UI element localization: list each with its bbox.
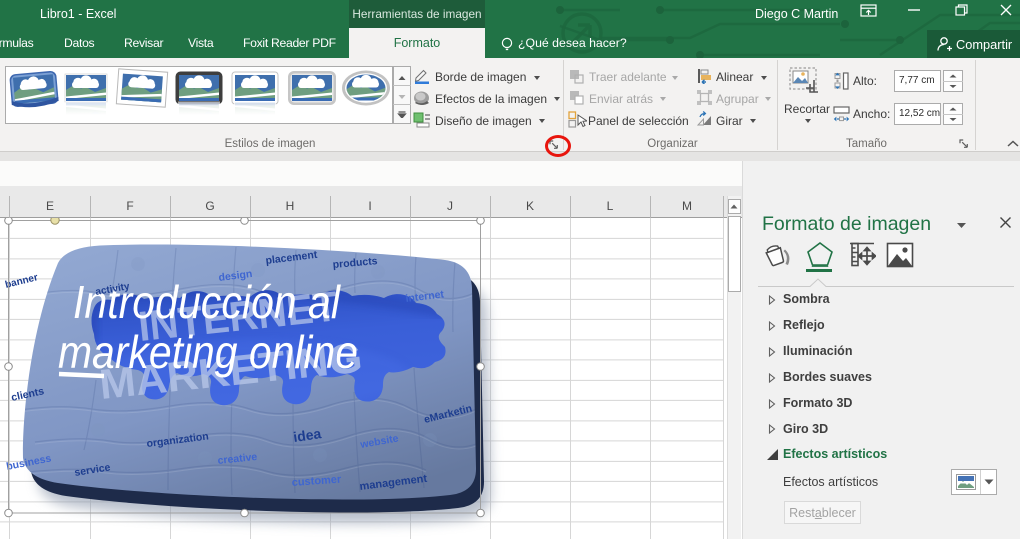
svg-text:marketing online: marketing online [58, 326, 358, 378]
svg-text:banner: banner [4, 272, 39, 291]
